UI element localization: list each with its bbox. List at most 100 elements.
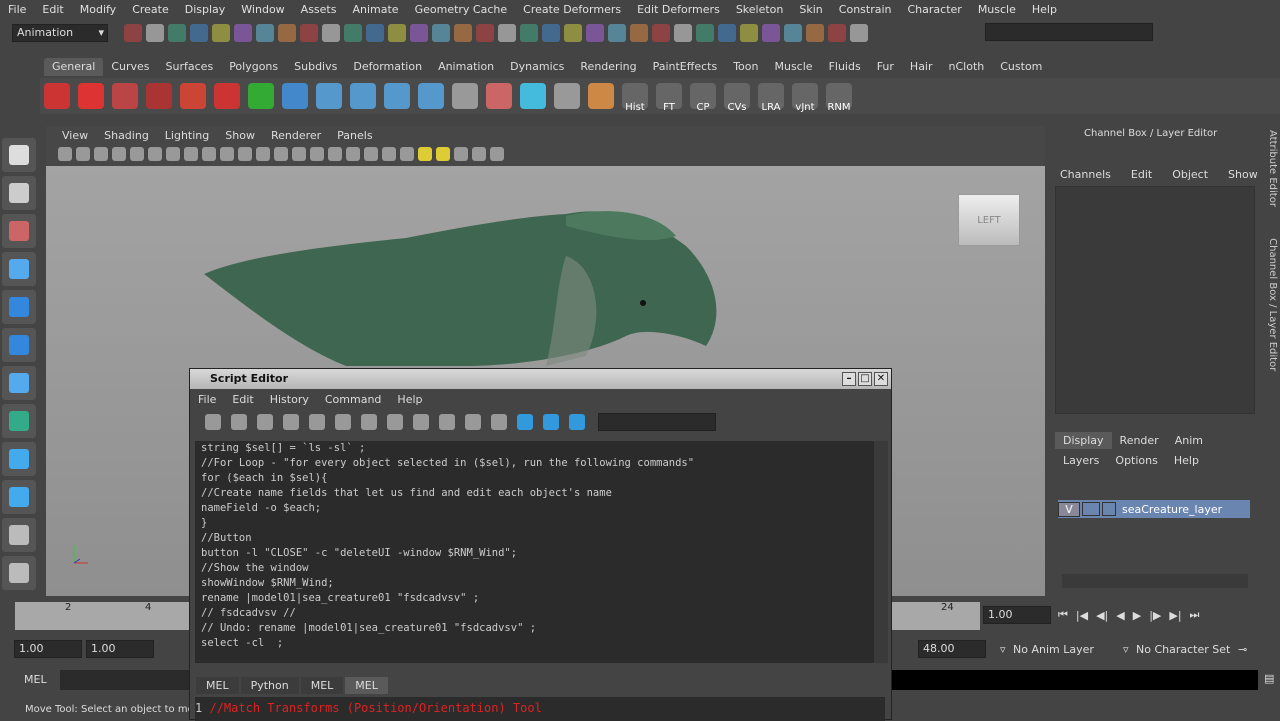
status-tool-icon[interactable]: [410, 24, 428, 42]
character-set-dropdown[interactable]: No Character Set: [1136, 643, 1230, 656]
shelf-tab-deformation[interactable]: Deformation: [345, 58, 430, 76]
layer-tab-anim[interactable]: Anim: [1167, 432, 1211, 449]
se-tool-icon[interactable]: [335, 414, 351, 430]
se-tool-icon[interactable]: [231, 414, 247, 430]
panel-tool-icon[interactable]: [94, 147, 108, 161]
shelf-button-ft[interactable]: FT: [656, 83, 682, 113]
panel-tool-icon[interactable]: [58, 147, 72, 161]
shelf-tool-icon[interactable]: [316, 83, 342, 109]
menu-animate[interactable]: Animate: [344, 3, 406, 16]
panel-menu-renderer[interactable]: Renderer: [263, 129, 329, 142]
command-language-toggle[interactable]: MEL: [24, 673, 47, 686]
layer-visibility-toggle[interactable]: V: [1058, 501, 1080, 517]
se-menu-command[interactable]: Command: [317, 393, 390, 406]
se-tool-icon[interactable]: [309, 414, 325, 430]
go-to-start-icon[interactable]: ⏮: [1058, 608, 1068, 622]
status-tool-icon[interactable]: [322, 24, 340, 42]
shelf-tool-icon[interactable]: [452, 83, 478, 109]
script-editor-icon[interactable]: ▤: [1264, 672, 1274, 685]
panel-tool-icon[interactable]: [436, 147, 450, 161]
rotate-tool-icon[interactable]: [2, 290, 36, 324]
se-tool-icon[interactable]: [283, 414, 299, 430]
shelf-button-cp[interactable]: CP: [690, 83, 716, 113]
shelf-tool-icon[interactable]: [588, 83, 614, 109]
panel-tool-icon[interactable]: [112, 147, 126, 161]
layer-type-toggle[interactable]: [1082, 502, 1100, 516]
layer-menu-layers[interactable]: Layers: [1055, 452, 1107, 469]
shelf-tab-painteffects[interactable]: PaintEffects: [645, 58, 726, 76]
status-tool-icon[interactable]: [806, 24, 824, 42]
layer-row[interactable]: V seaCreature_layer: [1058, 500, 1250, 518]
shelf-tool-icon[interactable]: [78, 83, 104, 109]
step-forward-frame-icon[interactable]: |▶: [1149, 609, 1161, 622]
shelf-tab-hair[interactable]: Hair: [902, 58, 941, 76]
joint-tool-icon[interactable]: [2, 480, 36, 514]
start-time-field[interactable]: 1.00: [14, 640, 82, 658]
shelf-tool-icon[interactable]: [486, 83, 512, 109]
layer-menu-options[interactable]: Options: [1107, 452, 1165, 469]
shelf-tool-icon[interactable]: [112, 83, 138, 109]
range-start-field[interactable]: 1.00: [86, 640, 154, 658]
shelf-button-hist[interactable]: Hist: [622, 83, 648, 113]
panel-tool-icon[interactable]: [256, 147, 270, 161]
menu-edit-deformers[interactable]: Edit Deformers: [629, 3, 728, 16]
shelf-tool-icon[interactable]: [384, 83, 410, 109]
shelf-tab-surfaces[interactable]: Surfaces: [158, 58, 222, 76]
history-output[interactable]: string $sel[] = `ls -sl` ; //For Loop - "…: [195, 441, 875, 663]
script-tab-mel[interactable]: MEL: [300, 676, 344, 694]
status-tool-icon[interactable]: [542, 24, 560, 42]
panel-tool-icon[interactable]: [220, 147, 234, 161]
status-tool-icon[interactable]: [630, 24, 648, 42]
shelf-tab-fur[interactable]: Fur: [869, 58, 902, 76]
menu-character[interactable]: Character: [900, 3, 970, 16]
shelf-tab-polygons[interactable]: Polygons: [221, 58, 286, 76]
panel-tool-icon[interactable]: [490, 147, 504, 161]
scale-tool-icon[interactable]: [2, 328, 36, 362]
go-to-end-icon[interactable]: ⏭: [1190, 608, 1200, 622]
shelf-tab-curves[interactable]: Curves: [103, 58, 157, 76]
search-field[interactable]: [598, 413, 716, 431]
panel-tool-icon[interactable]: [184, 147, 198, 161]
shelf-button-rnm[interactable]: RNM: [826, 83, 852, 113]
status-tool-icon[interactable]: [234, 24, 252, 42]
se-tool-icon[interactable]: [205, 414, 221, 430]
maximize-button[interactable]: □: [858, 372, 872, 386]
panel-menu-view[interactable]: View: [54, 129, 96, 142]
se-tool-icon[interactable]: [387, 414, 403, 430]
panel-tool-icon[interactable]: [346, 147, 360, 161]
status-tool-icon[interactable]: [476, 24, 494, 42]
layout-icon[interactable]: [2, 518, 36, 552]
status-tool-icon[interactable]: [366, 24, 384, 42]
anim-layer-dropdown[interactable]: No Anim Layer: [1013, 643, 1094, 656]
status-tool-icon[interactable]: [828, 24, 846, 42]
se-menu-file[interactable]: File: [190, 393, 224, 406]
shelf-tab-dynamics[interactable]: Dynamics: [502, 58, 572, 76]
channel-menu-channels[interactable]: Channels: [1050, 168, 1121, 181]
panel-tool-icon[interactable]: [454, 147, 468, 161]
panel-tool-icon[interactable]: [76, 147, 90, 161]
panel-tool-icon[interactable]: [328, 147, 342, 161]
channel-menu-object[interactable]: Object: [1162, 168, 1218, 181]
play-forward-icon[interactable]: ▶: [1133, 609, 1141, 622]
view-cube[interactable]: LEFT: [958, 194, 1020, 246]
menu-file[interactable]: File: [0, 3, 34, 16]
shelf-tool-icon[interactable]: [214, 83, 240, 109]
panel-menu-show[interactable]: Show: [217, 129, 263, 142]
shelf-tool-icon[interactable]: [282, 83, 308, 109]
shelf-button-vjnt[interactable]: vJnt: [792, 83, 818, 113]
attribute-editor-tab[interactable]: Attribute Editor: [1267, 130, 1278, 207]
step-back-frame-icon[interactable]: ◀|: [1096, 609, 1108, 622]
channel-menu-show[interactable]: Show: [1218, 168, 1268, 181]
script-tab-mel[interactable]: MEL: [196, 676, 239, 694]
se-tool-icon[interactable]: [439, 414, 455, 430]
step-forward-key-icon[interactable]: ▶|: [1169, 609, 1181, 622]
panel-tool-icon[interactable]: [472, 147, 486, 161]
status-tool-icon[interactable]: [454, 24, 472, 42]
panel-tool-icon[interactable]: [364, 147, 378, 161]
status-tool-icon[interactable]: [564, 24, 582, 42]
menu-create[interactable]: Create: [124, 3, 177, 16]
panel-tool-icon[interactable]: [418, 147, 432, 161]
script-editor-titlebar[interactable]: Script Editor – □ ✕: [190, 369, 891, 389]
key-icon[interactable]: ⊸: [1238, 643, 1247, 656]
status-tool-icon[interactable]: [432, 24, 450, 42]
